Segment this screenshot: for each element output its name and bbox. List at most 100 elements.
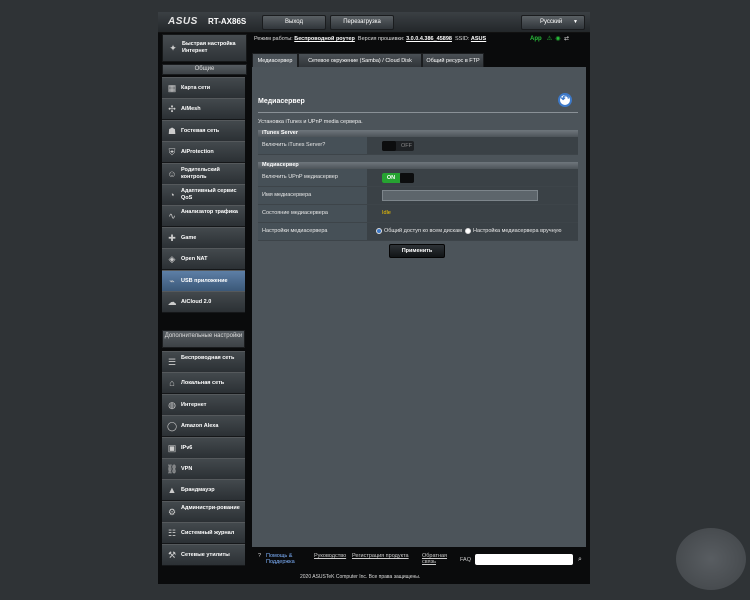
page-description: Установка iTunes и UPnP media сервера.	[258, 119, 363, 125]
language-value: Русский	[540, 19, 563, 25]
lan-icon: ⌂	[169, 378, 175, 389]
internet-status-icon[interactable]: ⚠	[547, 36, 552, 42]
sidebar-item-qos[interactable]: ◔ Адаптивный сервис QoS	[162, 184, 245, 206]
advanced-section-title: Дополнительные настройки	[162, 330, 245, 348]
sidebar-item-wireless[interactable]: ☰ Беспроводная сеть	[162, 351, 245, 373]
radio-manual[interactable]	[464, 227, 471, 234]
name-label: Имя медиасервера	[258, 187, 367, 204]
page-title: Медиасервер	[258, 98, 305, 105]
tab-media-server[interactable]: Медиасервер	[252, 53, 298, 68]
toggle-knob	[382, 141, 396, 151]
sidebar-item-label: AiMesh	[181, 106, 201, 113]
tab-ftp[interactable]: Общий ресурс в FTP	[422, 53, 484, 68]
apply-button[interactable]: Применить	[389, 244, 445, 258]
firmware-link[interactable]: 3.0.0.4.386_45898	[406, 36, 452, 42]
sidebar-item-label: Адаптивный сервис QoS	[181, 188, 237, 201]
media-server-name-input[interactable]	[382, 190, 538, 201]
reboot-button[interactable]: Перезагрузка	[330, 15, 394, 30]
option-share-all[interactable]: Общий доступ ко всем дискам	[384, 228, 462, 234]
sidebar-item-globe[interactable]: ◍ Интернет	[162, 393, 245, 416]
help-icon: ?	[258, 553, 262, 559]
faq-search-input[interactable]	[475, 554, 573, 565]
upnp-label: Включить UPnP медиасервер	[258, 169, 367, 186]
sidebar-item-game[interactable]: ✚ Game	[162, 226, 245, 249]
globe-icon: ◍	[168, 399, 176, 410]
logout-button[interactable]: Выход	[262, 15, 326, 30]
upnp-toggle[interactable]: ON	[382, 173, 414, 183]
media-server-panel: Медиасервер ↶ Установка iTunes и UPnP me…	[252, 67, 586, 547]
sidebar-item-alexa[interactable]: ◯ Amazon Alexa	[162, 415, 245, 438]
network-map-icon: ▦	[167, 83, 177, 93]
aicloud-icon: ☁	[167, 297, 177, 307]
sidebar-item-label: Администри-рование	[181, 504, 240, 511]
itunes-toggle[interactable]: OFF	[382, 141, 414, 151]
feedback-link[interactable]: Обратная связь	[422, 553, 454, 565]
media-server-table: Медиасервер Включить UPnP медиасервер ON…	[258, 162, 578, 241]
ssid-link[interactable]: ASUS	[471, 36, 486, 42]
itunes-row: Включить iTunes Server? OFF	[258, 137, 578, 155]
sidebar-item-label: Open NAT	[181, 256, 208, 263]
option-manual[interactable]: Настройка медиасервера вручную	[473, 228, 562, 234]
sidebar-item-parental-control[interactable]: ☺ Родительский контроль	[162, 162, 245, 185]
guest-network-icon: ☗	[167, 125, 177, 136]
sidebar-item-label: Сетевые утилиты	[181, 551, 230, 558]
sidebar-item-guest-network[interactable]: ☗ Гостевая сеть	[162, 119, 245, 142]
state-row: Состояние медиасервера Idle	[258, 205, 578, 223]
top-bar: ASUS RT-AX86S Выход Перезагрузка Русский…	[158, 12, 590, 33]
state-label: Состояние медиасервера	[258, 205, 367, 222]
clients-icon[interactable]: ◉	[555, 36, 560, 42]
alexa-icon: ◯	[166, 421, 178, 432]
upnp-toggle-state: ON	[382, 173, 400, 183]
settings-options: Общий доступ ко всем дискам Настройка ме…	[376, 223, 562, 240]
register-link[interactable]: Регистрация продукта	[352, 553, 409, 559]
chevron-down-icon: ▼	[573, 19, 578, 25]
search-icon[interactable]: ⌕	[575, 554, 585, 565]
usb-status-icon[interactable]: ⇄	[564, 36, 569, 42]
name-row: Имя медиасервера	[258, 187, 578, 205]
mode-label: Режим работы:	[254, 36, 293, 42]
qos-icon: ◔	[169, 190, 175, 200]
firmware-label: Версия прошивки:	[357, 36, 405, 42]
sidebar-item-aimesh[interactable]: ✣ AiMesh	[162, 98, 245, 121]
toggle-knob	[400, 173, 414, 183]
sidebar-item-label: Родительский контроль	[181, 166, 220, 180]
sidebar-item-traffic-analyzer[interactable]: ∿ Анализатор трафика	[162, 205, 245, 228]
asus-logo[interactable]: ASUS	[168, 16, 198, 27]
radio-share-all[interactable]	[376, 227, 382, 234]
wireless-icon: ☰	[167, 357, 177, 367]
sidebar-item-admin[interactable]: ⚙ Администри-рование	[162, 500, 245, 523]
sidebar-item-aiprotection[interactable]: ⛨ AiProtection	[162, 141, 245, 164]
sidebar-item-usb[interactable]: ⌁ USB приложение	[162, 269, 245, 292]
sidebar-item-lan[interactable]: ⌂ Локальная сеть	[162, 372, 245, 395]
ipv6-icon: ▣	[167, 442, 177, 453]
sidebar-item-open-nat[interactable]: ◈ Open NAT	[162, 248, 245, 271]
sidebar-item-label: Amazon Alexa	[181, 423, 219, 430]
status-bar: Режим работы: Беспроводной роутер Версия…	[254, 36, 486, 42]
faq-label: FAQ	[460, 557, 472, 563]
sidebar-item-firewall[interactable]: ▲ Брандмауэр	[162, 479, 245, 502]
open-nat-icon: ◈	[168, 254, 176, 265]
aiprotection-icon: ⛨	[168, 147, 176, 158]
itunes-toggle-state: OFF	[401, 143, 412, 149]
sidebar-item-label: Системный журнал	[181, 530, 235, 537]
sidebar-item-system-log[interactable]: ☷ Системный журнал	[162, 522, 245, 545]
sidebar-item-label: Интернет	[181, 401, 207, 408]
sidebar-item-vpn[interactable]: ⛓ VPN	[162, 458, 245, 480]
network-tools-icon: ⚒	[167, 549, 177, 560]
sidebar-item-network-map[interactable]: ▦ Карта сети	[162, 77, 245, 99]
language-select[interactable]: Русский ▼	[521, 15, 585, 30]
manual-link[interactable]: Руководство	[314, 553, 346, 559]
back-arrow-icon[interactable]: ↶	[558, 93, 572, 107]
sidebar-item-network-tools[interactable]: ⚒ Сетевые утилиты	[162, 543, 245, 566]
sidebar-item-ipv6[interactable]: ▣ IPv6	[162, 436, 245, 459]
sidebar-item-label: Локальная сеть	[181, 380, 225, 387]
sidebar-item-label: AiCloud 2.0	[181, 299, 212, 305]
status-icons: App ⚠ ◉ ⇄	[530, 35, 569, 42]
mode-link[interactable]: Беспроводной роутер	[294, 36, 355, 42]
quick-setup-button[interactable]: ✦ Быстрая настройка Интернет	[162, 34, 247, 62]
app-label[interactable]: App	[530, 36, 542, 42]
help-support-link[interactable]: Помощь & Поддержка	[266, 553, 306, 565]
sidebar-item-aicloud[interactable]: ☁ AiCloud 2.0	[162, 291, 245, 313]
traffic-analyzer-icon: ∿	[168, 211, 176, 222]
tab-samba[interactable]: Сетевое окружение (Samba) / Cloud Disk	[298, 53, 422, 68]
